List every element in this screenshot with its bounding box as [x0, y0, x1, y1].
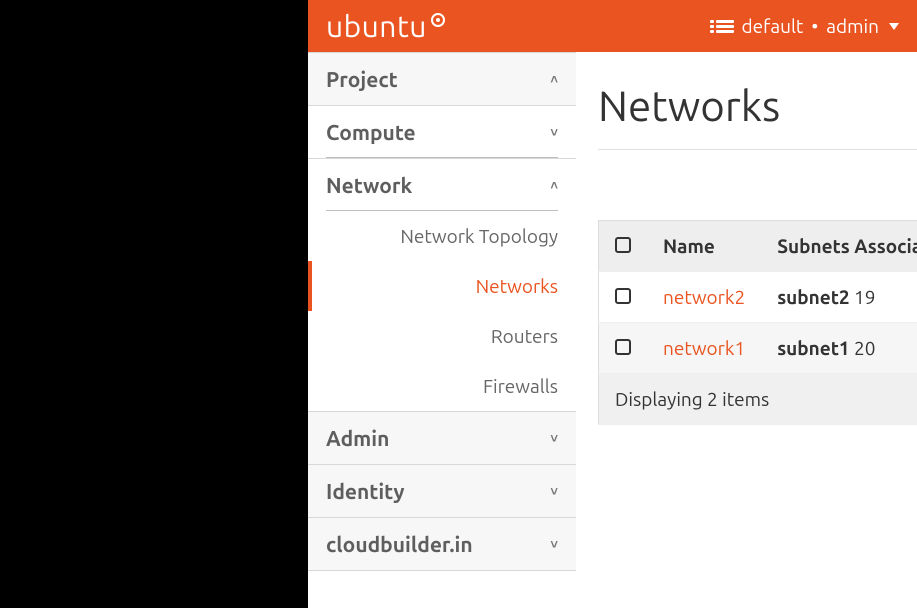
domain-project-switcher[interactable]: default • admin [716, 15, 899, 37]
row-checkbox[interactable] [615, 288, 631, 304]
sidebar-panel-identity: Identity ˅ [308, 464, 576, 517]
left-black-margin [0, 0, 308, 608]
subnet-cell: subnet2 19 [761, 272, 917, 323]
sidebar-item-cloudbuilder[interactable]: cloudbuilder.in ˅ [308, 518, 576, 570]
row-checkbox[interactable] [615, 339, 631, 355]
table-footer-row: Displaying 2 items [599, 374, 917, 425]
sidebar-item-firewalls[interactable]: Firewalls [308, 361, 576, 411]
table-row: network2 subnet2 19 [599, 272, 917, 323]
sidebar-item-identity[interactable]: Identity ˅ [308, 465, 576, 517]
subnet-cell: subnet1 20 [761, 323, 917, 374]
networks-table: Name Subnets Associated network2 subnet2… [598, 220, 917, 425]
sidebar-item-label: cloudbuilder.in [326, 532, 473, 556]
chevron-down-icon: ˅ [550, 537, 558, 552]
main-area: Project ˄ Compute ˅ Network ˄ [308, 52, 917, 608]
sidebar: Project ˄ Compute ˅ Network ˄ [308, 52, 576, 608]
topbar: ubuntu default • admin [308, 0, 917, 52]
chevron-down-icon: ˅ [550, 431, 558, 446]
brand-logo[interactable]: ubuntu [326, 9, 445, 43]
table-header-row: Name Subnets Associated [599, 221, 917, 272]
chevron-down-icon: ˅ [550, 484, 558, 499]
content: Networks Name Subnets Associated ne [576, 52, 917, 608]
sidebar-item-label: Routers [491, 325, 558, 347]
select-all-checkbox[interactable] [615, 237, 631, 253]
app-root: ubuntu default • admin Project ˄ Compute [308, 0, 917, 608]
sidebar-item-label: Compute [326, 120, 416, 144]
sidebar-item-label: Identity [326, 479, 405, 503]
sidebar-item-label: Network [326, 173, 412, 197]
title-divider [598, 149, 917, 150]
column-subnets[interactable]: Subnets Associated [761, 221, 917, 272]
chevron-up-icon: ˄ [550, 72, 558, 87]
network-link[interactable]: network1 [663, 337, 745, 359]
user-label: admin [826, 15, 879, 37]
domain-label: default [742, 15, 804, 37]
select-all-cell [599, 221, 648, 272]
sidebar-item-label: Project [326, 67, 398, 91]
list-icon [716, 20, 734, 33]
chevron-up-icon: ˄ [550, 178, 558, 193]
brand-word: ubuntu [326, 9, 427, 43]
network-link[interactable]: network2 [663, 286, 745, 308]
dot-separator: • [811, 15, 818, 37]
circle-of-friends-icon [431, 13, 445, 27]
table-row: network1 subnet1 20 [599, 323, 917, 374]
sidebar-item-project[interactable]: Project ˄ [308, 53, 576, 105]
sidebar-panel-cloudbuilder: cloudbuilder.in ˅ [308, 517, 576, 571]
sidebar-item-label: Networks [476, 275, 558, 297]
sidebar-item-compute[interactable]: Compute ˅ [308, 106, 576, 158]
chevron-down-icon: ˅ [550, 125, 558, 140]
column-name[interactable]: Name [647, 221, 761, 272]
sidebar-item-label: Firewalls [483, 375, 558, 397]
sidebar-panel-admin: Admin ˅ [308, 411, 576, 464]
sidebar-item-label: Network Topology [400, 225, 558, 247]
sidebar-item-admin[interactable]: Admin ˅ [308, 412, 576, 464]
chevron-down-icon [889, 23, 899, 30]
table-footer: Displaying 2 items [599, 374, 917, 425]
page-title: Networks [598, 82, 917, 129]
sidebar-panel-project: Project ˄ [308, 52, 576, 105]
sidebar-item-network[interactable]: Network ˄ [308, 159, 576, 211]
sidebar-item-routers[interactable]: Routers [308, 311, 576, 361]
sidebar-item-label: Admin [326, 426, 389, 450]
sidebar-item-network-topology[interactable]: Network Topology [308, 211, 576, 261]
network-subitems: Network Topology Networks Routers Firewa… [308, 211, 576, 411]
sidebar-item-networks[interactable]: Networks [308, 261, 576, 311]
